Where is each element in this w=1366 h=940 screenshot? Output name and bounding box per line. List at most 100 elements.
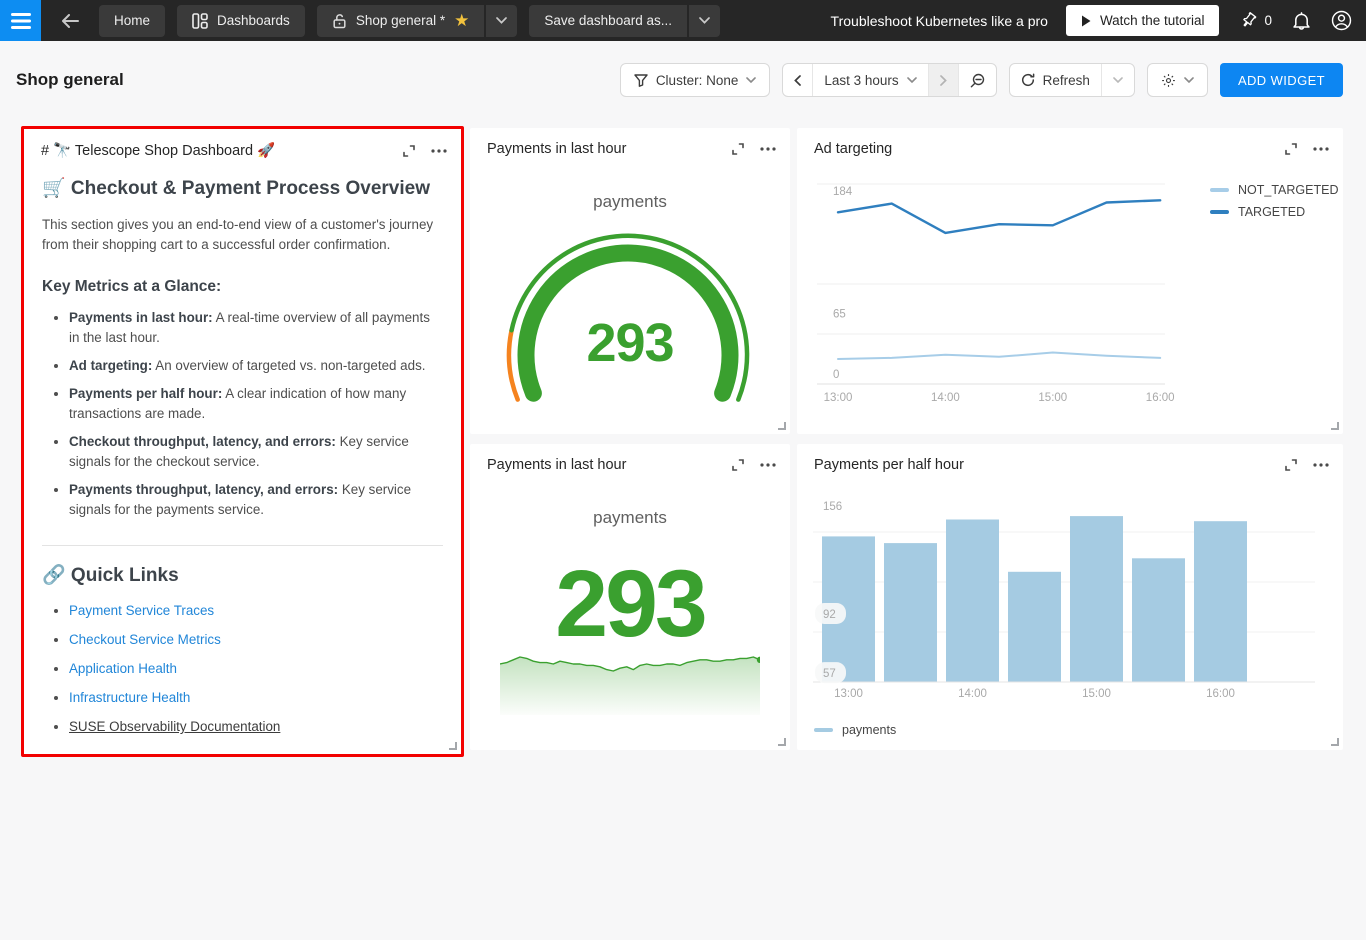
metrics-heading: Key Metrics at a Glance: xyxy=(42,278,443,296)
quick-links-heading: 🔗 Quick Links xyxy=(42,563,443,587)
quick-links-list: Payment Service Traces Checkout Service … xyxy=(42,601,443,737)
resize-handle[interactable] xyxy=(1331,422,1339,430)
svg-text:92: 92 xyxy=(823,609,836,621)
legend-swatch xyxy=(814,728,833,733)
markdown-widget-card: # 🔭 Telescope Shop Dashboard 🚀 🛒 Checkou… xyxy=(21,126,464,757)
svg-text:14:00: 14:00 xyxy=(958,688,987,700)
resize-handle[interactable] xyxy=(778,422,786,430)
legend-item-payments[interactable]: payments xyxy=(814,723,896,737)
legend-item-not-targeted[interactable]: NOT_TARGETED xyxy=(1210,183,1338,197)
tab-home[interactable]: Home xyxy=(99,5,165,37)
gauge-chart xyxy=(470,128,790,434)
section-heading: 🛒 Checkout & Payment Process Overview xyxy=(42,176,443,200)
zoom-out-icon xyxy=(970,73,985,88)
resize-handle[interactable] xyxy=(449,742,457,750)
back-button[interactable] xyxy=(53,4,87,38)
link-payment-service-traces[interactable]: Payment Service Traces xyxy=(69,603,214,618)
chart-legend: payments xyxy=(814,723,896,737)
expand-widget-button[interactable] xyxy=(731,458,745,472)
pinned-items-button[interactable]: 0 xyxy=(1239,11,1272,30)
refresh-icon xyxy=(1021,73,1035,87)
time-range-button[interactable]: Last 3 hours xyxy=(812,64,927,96)
tab-shop-general-dropdown[interactable] xyxy=(486,5,517,37)
widget-menu-button[interactable] xyxy=(1313,147,1329,151)
pinned-count: 0 xyxy=(1264,13,1272,28)
add-widget-button[interactable]: ADD WIDGET xyxy=(1220,63,1343,97)
chart-legend: NOT_TARGETED TARGETED xyxy=(1210,183,1338,219)
chevron-down-icon xyxy=(1113,77,1123,83)
svg-text:15:00: 15:00 xyxy=(1082,688,1111,700)
tab-dashboards[interactable]: Dashboards xyxy=(177,5,305,37)
dashboard-settings-button[interactable] xyxy=(1147,63,1208,97)
bar-chart: 156925713:0014:0015:0016:00 xyxy=(813,484,1327,710)
list-item: Payments per half hour: A clear indicati… xyxy=(69,384,443,424)
zoom-out-time-button[interactable] xyxy=(958,64,996,96)
dashboards-icon xyxy=(192,13,208,29)
chevron-left-icon xyxy=(794,75,801,86)
svg-text:156: 156 xyxy=(823,501,842,513)
widget-menu-button[interactable] xyxy=(1313,463,1329,467)
time-forward-button[interactable] xyxy=(928,64,958,96)
expand-widget-button[interactable] xyxy=(402,144,416,158)
save-dashboard-group: Save dashboard as... xyxy=(529,5,720,37)
chevron-down-icon xyxy=(496,17,507,24)
list-item: Checkout throughput, latency, and errors… xyxy=(69,432,443,472)
legend-item-targeted[interactable]: TARGETED xyxy=(1210,205,1338,219)
save-dashboard-as-label: Save dashboard as... xyxy=(544,13,672,28)
legend-swatch xyxy=(1210,210,1229,215)
metrics-list: Payments in last hour: A real-time overv… xyxy=(42,308,443,520)
expand-widget-button[interactable] xyxy=(1284,458,1298,472)
save-dashboard-dropdown[interactable] xyxy=(689,5,720,37)
save-dashboard-as-button[interactable]: Save dashboard as... xyxy=(529,5,687,37)
kebab-menu-icon xyxy=(1313,463,1329,467)
svg-text:13:00: 13:00 xyxy=(824,392,853,404)
widget-title: Ad targeting xyxy=(814,141,892,157)
watch-tutorial-label: Watch the tutorial xyxy=(1100,13,1205,28)
link-checkout-service-metrics[interactable]: Checkout Service Metrics xyxy=(69,632,221,647)
promo-text: Troubleshoot Kubernetes like a pro xyxy=(831,13,1048,29)
time-range-label: Last 3 hours xyxy=(824,73,898,88)
expand-icon xyxy=(731,458,745,472)
list-item: Payment Service Traces xyxy=(69,601,443,621)
list-item: Application Health xyxy=(69,659,443,679)
resize-handle[interactable] xyxy=(1331,738,1339,746)
svg-text:14:00: 14:00 xyxy=(931,392,960,404)
notifications-button[interactable] xyxy=(1292,11,1311,31)
watch-tutorial-button[interactable]: Watch the tutorial xyxy=(1066,5,1220,36)
chevron-down-icon xyxy=(907,77,917,83)
svg-text:57: 57 xyxy=(823,668,836,680)
intro-paragraph: This section gives you an end-to-end vie… xyxy=(42,215,443,255)
time-back-button[interactable] xyxy=(783,64,812,96)
page-title: Shop general xyxy=(16,70,124,90)
kebab-menu-icon xyxy=(760,463,776,467)
payments-per-half-hour-widget-card: Payments per half hour 156925713:0014:00… xyxy=(797,444,1343,750)
filter-icon xyxy=(634,74,648,87)
svg-text:184: 184 xyxy=(833,186,853,198)
widget-title: Payments in last hour xyxy=(487,457,626,473)
svg-text:15:00: 15:00 xyxy=(1038,392,1067,404)
link-suse-observability-docs[interactable]: SUSE Observability Documentation xyxy=(69,719,280,734)
chevron-down-icon xyxy=(699,17,710,24)
tab-shop-general-label: Shop general * xyxy=(356,13,445,28)
expand-widget-button[interactable] xyxy=(1284,142,1298,156)
favorite-star-icon[interactable]: ★ xyxy=(454,12,469,29)
list-item: SUSE Observability Documentation xyxy=(69,717,443,737)
refresh-button[interactable]: Refresh xyxy=(1010,64,1101,96)
widget-menu-button[interactable] xyxy=(760,463,776,467)
cluster-filter-button[interactable]: Cluster: None xyxy=(620,63,771,97)
link-infrastructure-health[interactable]: Infrastructure Health xyxy=(69,690,190,705)
main-menu-button[interactable] xyxy=(0,0,41,41)
arrow-left-icon xyxy=(61,14,79,28)
ad-targeting-widget-card: Ad targeting 18465013:0014:0015:0016:00 … xyxy=(797,128,1343,434)
list-item: Checkout Service Metrics xyxy=(69,630,443,650)
divider xyxy=(42,545,443,546)
link-application-health[interactable]: Application Health xyxy=(69,661,177,676)
hamburger-icon xyxy=(10,12,32,30)
list-item: Ad targeting: An overview of targeted vs… xyxy=(69,356,443,376)
tab-shop-general[interactable]: Shop general * ★ xyxy=(317,5,485,37)
widget-menu-button[interactable] xyxy=(431,149,447,153)
dashboard-controls: Cluster: None Last 3 hours xyxy=(620,63,1343,97)
user-menu-button[interactable] xyxy=(1331,10,1352,31)
resize-handle[interactable] xyxy=(778,738,786,746)
refresh-interval-dropdown[interactable] xyxy=(1101,64,1134,96)
